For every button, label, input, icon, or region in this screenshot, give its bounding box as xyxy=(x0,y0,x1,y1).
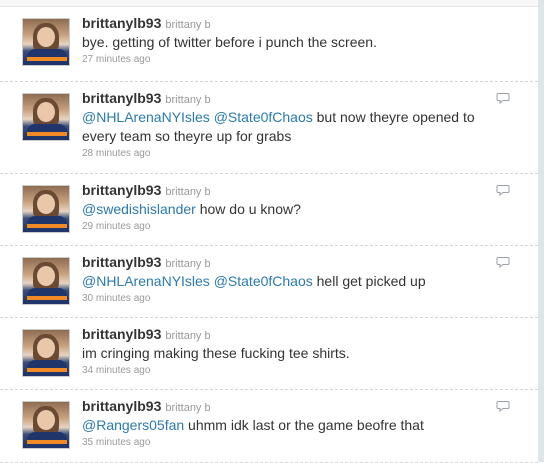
avatar-stripe xyxy=(27,296,67,300)
full-name: brittany b xyxy=(165,402,211,414)
reply-icon[interactable] xyxy=(496,255,510,269)
tweet-timestamp[interactable]: 35 minutes ago xyxy=(82,436,498,450)
mention-link[interactable]: @NHLArenaNYIsles xyxy=(82,273,210,289)
tweet-author: brittanylb93 brittany b xyxy=(82,253,498,271)
tweet-timestamp[interactable]: 30 minutes ago xyxy=(82,292,498,306)
mention-link[interactable]: @NHLArenaNYIsles xyxy=(82,109,210,125)
tweet-text: im cringing making these fucking tee shi… xyxy=(82,344,498,363)
avatar-stripe xyxy=(27,132,67,136)
avatar-face xyxy=(37,410,55,430)
avatar-stripe xyxy=(27,57,67,61)
reply-icon[interactable] xyxy=(496,91,510,105)
avatar[interactable] xyxy=(22,18,70,66)
tweet-text-segment: im cringing making these fucking tee shi… xyxy=(82,345,350,361)
mention-link[interactable]: @State0fChaos xyxy=(214,109,313,125)
tweet-text: @swedishislander how do u know? xyxy=(82,200,498,219)
tweet-text: bye. getting of twitter before i punch t… xyxy=(82,33,498,52)
avatar-stripe xyxy=(27,224,67,228)
tweet-author: brittanylb93 brittany b xyxy=(82,89,498,107)
tweet-text: @NHLArenaNYIsles @State0fChaos but now t… xyxy=(82,108,498,146)
tweet-author: brittanylb93 brittany b xyxy=(82,325,498,343)
tweet-author: brittanylb93 brittany b xyxy=(82,397,498,415)
screen-name-link[interactable]: brittanylb93 xyxy=(82,15,161,31)
tweet-item: brittanylb93 brittany b @NHLArenaNYIsles @… xyxy=(0,81,538,174)
tweet-text-segment: how do u know? xyxy=(195,201,301,217)
tweet-text: @NHLArenaNYIsles @State0fChaos hell get … xyxy=(82,272,498,291)
timeline-right-border xyxy=(538,0,544,462)
avatar[interactable] xyxy=(22,401,70,449)
tweet-body: brittanylb93 brittany b bye. getting of tw… xyxy=(82,14,498,67)
screen-name-link[interactable]: brittanylb93 xyxy=(82,254,161,270)
tweet-text-segment: bye. getting of twitter before i punch t… xyxy=(82,34,377,50)
avatar-face xyxy=(37,194,55,214)
tweet-item: brittanylb93 brittany b @Rangers05fan uhmm… xyxy=(0,389,538,463)
tweet-timestamp[interactable]: 27 minutes ago xyxy=(82,53,498,67)
avatar-face xyxy=(37,102,55,122)
tweet-timestamp[interactable]: 28 minutes ago xyxy=(82,147,498,161)
tweet-item: brittanylb93 brittany b @swedishislander h… xyxy=(0,173,538,246)
avatar-face xyxy=(37,338,55,358)
screen-name-link[interactable]: brittanylb93 xyxy=(82,398,161,414)
tweet-text-segment: hell get picked up xyxy=(312,273,426,289)
avatar[interactable] xyxy=(22,93,70,141)
tweet-text: @Rangers05fan uhmm idk last or the game … xyxy=(82,416,498,435)
full-name: brittany b xyxy=(165,258,211,270)
tweet-body: brittanylb93 brittany b @NHLArenaNYIsles @… xyxy=(82,253,498,306)
mention-link[interactable]: @Rangers05fan xyxy=(82,417,184,433)
tweet-timestamp[interactable]: 34 minutes ago xyxy=(82,364,498,378)
full-name: brittany b xyxy=(165,94,211,106)
tweet-body: brittanylb93 brittany b @NHLArenaNYIsles @… xyxy=(82,89,498,161)
reply-icon[interactable] xyxy=(496,399,510,413)
full-name: brittany b xyxy=(165,186,211,198)
tweet-item: brittanylb93 brittany b @NHLArenaNYIsles @… xyxy=(0,245,538,318)
full-name: brittany b xyxy=(165,19,211,31)
reply-icon[interactable] xyxy=(496,183,510,197)
avatar-face xyxy=(37,27,55,47)
tweet-author: brittanylb93 brittany b xyxy=(82,181,498,199)
avatar[interactable] xyxy=(22,185,70,233)
tweet-text-segment: uhmm idk last or the game beofre that xyxy=(184,417,424,433)
mention-link[interactable]: @swedishislander xyxy=(82,201,196,217)
tweet-timeline: brittanylb93 brittany b bye. getting of tw… xyxy=(0,0,544,463)
avatar[interactable] xyxy=(22,329,70,377)
full-name: brittany b xyxy=(165,330,211,342)
avatar-stripe xyxy=(27,368,67,372)
tweet-author: brittanylb93 brittany b xyxy=(82,14,498,32)
screen-name-link[interactable]: brittanylb93 xyxy=(82,90,161,106)
tweet-body: brittanylb93 brittany b @Rangers05fan uhmm… xyxy=(82,397,498,450)
avatar-stripe xyxy=(27,440,67,444)
screen-name-link[interactable]: brittanylb93 xyxy=(82,326,161,342)
tweet-body: brittanylb93 brittany b @swedishislander h… xyxy=(82,181,498,234)
tweet-timestamp[interactable]: 29 minutes ago xyxy=(82,220,498,234)
tweet-item: brittanylb93 brittany b bye. getting of tw… xyxy=(0,6,538,82)
tweet-body: brittanylb93 brittany b im cringing making… xyxy=(82,325,498,378)
mention-link[interactable]: @State0fChaos xyxy=(214,273,313,289)
tweet-item: brittanylb93 brittany b im cringing making… xyxy=(0,317,538,390)
avatar-face xyxy=(37,266,55,286)
avatar[interactable] xyxy=(22,257,70,305)
screen-name-link[interactable]: brittanylb93 xyxy=(82,182,161,198)
